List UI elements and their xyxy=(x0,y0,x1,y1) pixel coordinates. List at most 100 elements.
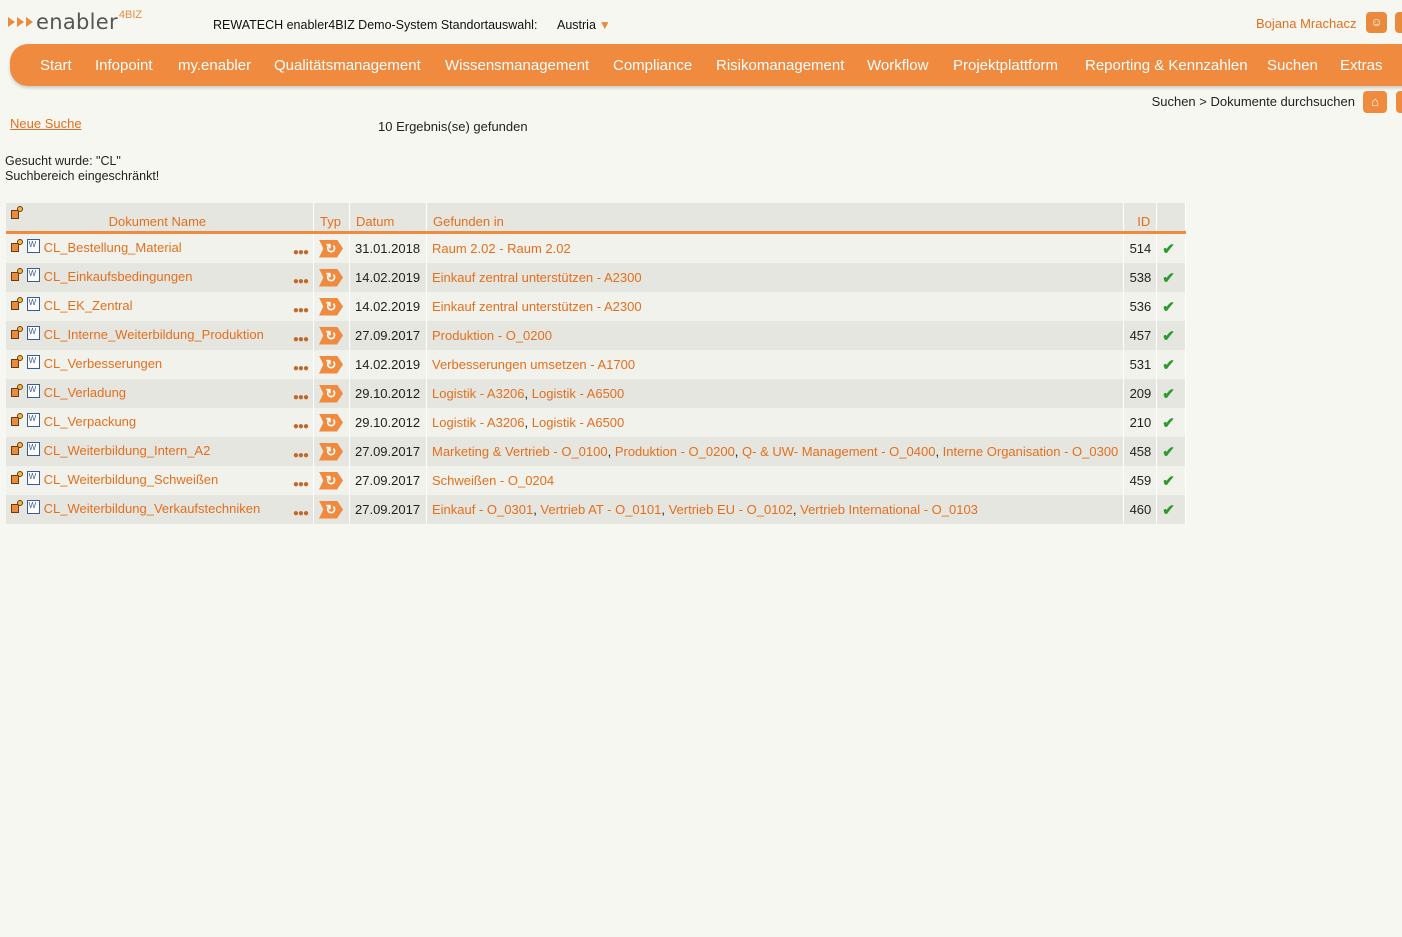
found-in-link[interactable]: Einkauf zentral unterstützen - A2300 xyxy=(432,299,642,314)
table-row: W CL_Verladung ●●● ↻ 29.10.2012 Logistik - A3… xyxy=(6,379,1187,408)
document-name-link[interactable]: CL_Einkaufsbedingungen xyxy=(44,269,193,284)
found-in-link[interactable]: Vertrieb International - O_0103 xyxy=(800,502,978,517)
document-name-link[interactable]: CL_Verpackung xyxy=(44,414,137,429)
document-name-link[interactable]: CL_Bestellung_Material xyxy=(44,240,182,255)
document-name-link[interactable]: CL_EK_Zentral xyxy=(44,298,133,313)
nav-item-wissensmanagement[interactable]: Wissensmanagement xyxy=(445,57,589,74)
edit-icon[interactable] xyxy=(11,206,23,219)
nav-item-start[interactable]: Start xyxy=(40,57,72,74)
found-in-link[interactable]: Schweißen - O_0204 xyxy=(432,473,554,488)
more-options-icon[interactable]: ●●● xyxy=(293,247,309,258)
nav-item-suchen[interactable]: Suchen xyxy=(1267,57,1318,74)
word-document-icon[interactable]: W xyxy=(26,413,40,427)
new-search-link[interactable]: Neue Suche xyxy=(10,116,82,131)
workflow-type-icon[interactable]: ↻ xyxy=(319,500,343,519)
edit-icon[interactable] xyxy=(11,500,23,513)
document-name-link[interactable]: CL_Weiterbildung_Intern_A2 xyxy=(44,443,211,458)
nav-item-projektplattform[interactable]: Projektplattform xyxy=(953,57,1058,74)
found-in-link[interactable]: Q- & UW- Management - O_0400 xyxy=(742,444,935,459)
word-document-icon[interactable]: W xyxy=(26,326,40,340)
logo-text: enabler xyxy=(36,10,118,34)
more-options-icon[interactable]: ●●● xyxy=(293,392,309,403)
enabler-logo[interactable]: enabler 4BIZ xyxy=(8,9,142,34)
more-options-icon[interactable]: ●●● xyxy=(293,276,309,287)
nav-item-workflow[interactable]: Workflow xyxy=(867,57,928,74)
edit-icon[interactable] xyxy=(11,239,23,252)
more-options-icon[interactable]: ●●● xyxy=(293,421,309,432)
document-name-link[interactable]: CL_Verbesserungen xyxy=(44,356,163,371)
col-header-id[interactable]: ID xyxy=(1123,203,1158,234)
id-cell: 459 xyxy=(1123,466,1158,495)
col-header-date[interactable]: Datum xyxy=(349,203,427,234)
location-select[interactable]: Austria ▼ xyxy=(557,18,611,32)
edit-icon[interactable] xyxy=(11,413,23,426)
edit-icon[interactable] xyxy=(11,297,23,310)
more-options-icon[interactable]: ●●● xyxy=(293,508,309,519)
user-icon[interactable]: ☺ xyxy=(1366,12,1387,33)
more-options-icon[interactable]: ●●● xyxy=(293,479,309,490)
nav-item-infopoint[interactable]: Infopoint xyxy=(95,57,153,74)
workflow-type-icon[interactable]: ↻ xyxy=(319,355,343,374)
found-in-link[interactable]: Produktion - O_0200 xyxy=(432,328,552,343)
nav-item-extras[interactable]: Extras xyxy=(1340,57,1383,74)
more-options-icon[interactable]: ●●● xyxy=(293,450,309,461)
more-options-icon[interactable]: ●●● xyxy=(293,334,309,345)
extra-icon[interactable] xyxy=(1396,91,1402,113)
document-name-link[interactable]: CL_Interne_Weiterbildung_Produktion xyxy=(44,327,264,342)
word-document-icon[interactable]: W xyxy=(26,297,40,311)
found-in-link[interactable]: Verbesserungen umsetzen - A1700 xyxy=(432,357,635,372)
found-in-link[interactable]: Vertrieb AT - O_0101 xyxy=(540,502,661,517)
workflow-type-icon[interactable]: ↻ xyxy=(319,326,343,345)
found-in-link[interactable]: Logistik - A6500 xyxy=(532,415,625,430)
col-header-name[interactable]: Dokument Name xyxy=(109,214,207,229)
document-name-link[interactable]: CL_Verladung xyxy=(44,385,126,400)
edit-icon[interactable] xyxy=(11,384,23,397)
found-in-link[interactable]: Einkauf zentral unterstützen - A2300 xyxy=(432,270,642,285)
document-name-link[interactable]: CL_Weiterbildung_Schweißen xyxy=(44,472,219,487)
word-document-icon[interactable]: W xyxy=(26,500,40,514)
word-document-icon[interactable]: W xyxy=(26,355,40,369)
found-in-link[interactable]: Marketing & Vertrieb - O_0100 xyxy=(432,444,608,459)
found-in-link[interactable]: Logistik - A3206 xyxy=(432,386,525,401)
word-document-icon[interactable]: W xyxy=(26,384,40,398)
nav-item-qualitätsmanagement[interactable]: Qualitätsmanagement xyxy=(274,57,421,74)
found-in-link[interactable]: Vertrieb EU - O_0102 xyxy=(669,502,793,517)
workflow-type-icon[interactable]: ↻ xyxy=(319,442,343,461)
workflow-type-icon[interactable]: ↻ xyxy=(319,471,343,490)
found-in-link[interactable]: Logistik - A6500 xyxy=(532,386,625,401)
found-in-link[interactable]: Interne Organisation - O_0300 xyxy=(943,444,1119,459)
word-document-icon[interactable]: W xyxy=(26,471,40,485)
logout-icon[interactable] xyxy=(1395,12,1402,33)
workflow-type-icon[interactable]: ↻ xyxy=(319,297,343,316)
word-document-icon[interactable]: W xyxy=(26,268,40,282)
status-cell: ✔ xyxy=(1156,437,1187,466)
table-row: W CL_Weiterbildung_Intern_A2 ●●● ↻ 27.09.201… xyxy=(6,437,1187,466)
col-header-type[interactable]: Typ xyxy=(313,203,350,234)
home-icon[interactable]: ⌂ xyxy=(1363,91,1387,113)
more-options-icon[interactable]: ●●● xyxy=(293,305,309,316)
user-name[interactable]: Bojana Mrachacz xyxy=(1256,16,1356,31)
col-header-found-in[interactable]: Gefunden in xyxy=(426,203,1125,234)
more-options-icon[interactable]: ●●● xyxy=(293,363,309,374)
found-in-link[interactable]: Produktion - O_0200 xyxy=(615,444,735,459)
edit-icon[interactable] xyxy=(11,355,23,368)
found-in-link[interactable]: Einkauf - O_0301 xyxy=(432,502,533,517)
edit-icon[interactable] xyxy=(11,471,23,484)
word-document-icon[interactable]: W xyxy=(26,239,40,253)
word-document-icon[interactable]: W xyxy=(26,442,40,456)
nav-item-reporting-kennzahlen[interactable]: Reporting & Kennzahlen xyxy=(1085,57,1248,74)
nav-item-compliance[interactable]: Compliance xyxy=(613,57,692,74)
found-in-link[interactable]: Raum 2.02 - Raum 2.02 xyxy=(432,241,571,256)
edit-icon[interactable] xyxy=(11,326,23,339)
document-name-link[interactable]: CL_Weiterbildung_Verkaufstechniken xyxy=(44,501,261,516)
workflow-type-icon[interactable]: ↻ xyxy=(319,384,343,403)
workflow-type-icon[interactable]: ↻ xyxy=(319,268,343,287)
workflow-type-icon[interactable]: ↻ xyxy=(319,239,343,258)
id-cell: 531 xyxy=(1123,350,1158,379)
workflow-type-icon[interactable]: ↻ xyxy=(319,413,343,432)
nav-item-risikomanagement[interactable]: Risikomanagement xyxy=(716,57,844,74)
edit-icon[interactable] xyxy=(11,442,23,455)
nav-item-my-enabler[interactable]: my.enabler xyxy=(178,57,251,74)
found-in-link[interactable]: Logistik - A3206 xyxy=(432,415,525,430)
edit-icon[interactable] xyxy=(11,268,23,281)
